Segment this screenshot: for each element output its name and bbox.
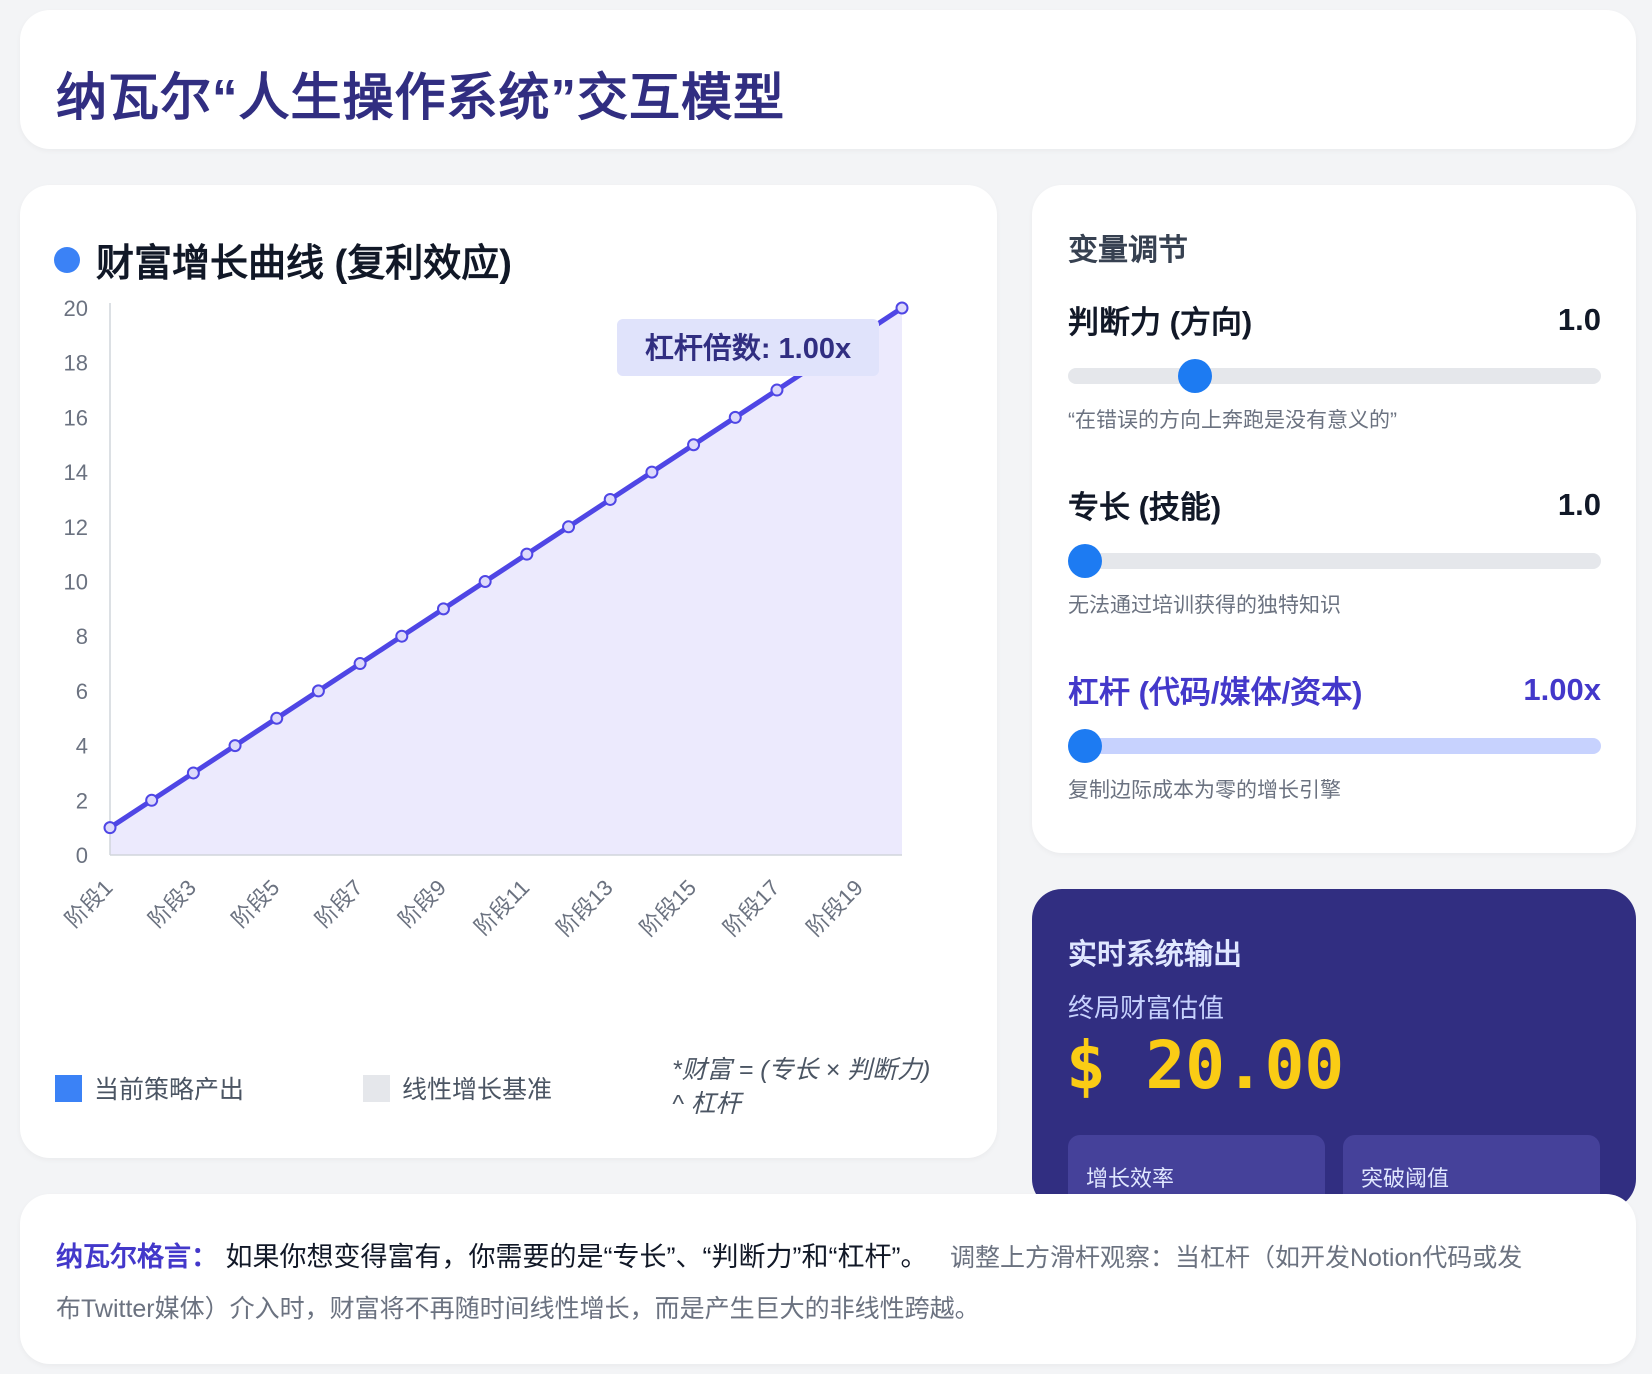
slider-judgment-label: 判断力 (方向) [1068, 305, 1253, 340]
y-tick-label: 16 [64, 405, 88, 430]
data-point [353, 657, 367, 671]
y-tick-label: 18 [64, 351, 88, 376]
controls-panel: 变量调节 判断力 (方向) 1.0 “在错误的方向上奔跑是没有意义的” 专长 (… [1032, 185, 1636, 853]
data-point [103, 821, 117, 835]
controls-title: 变量调节 [1068, 234, 1188, 267]
y-tick-label: 14 [64, 460, 88, 485]
formula-line-1: *财富 = (专长 × 判断力) [672, 1056, 931, 1084]
slider-judgment-thumb[interactable] [1177, 359, 1212, 393]
x-tick-label: 阶段3 [143, 875, 200, 932]
quote-label: 纳瓦尔格言： [56, 1242, 218, 1272]
slider-skill-track[interactable] [1068, 544, 1601, 578]
data-point [687, 438, 701, 452]
wealth-estimate-value: $ 20.00 [1066, 1027, 1345, 1104]
data-point [395, 629, 409, 643]
slider-judgment-track[interactable] [1068, 359, 1601, 393]
data-point [270, 711, 284, 725]
y-tick-label: 12 [64, 515, 88, 540]
header-card: 纳瓦尔“人生操作系统”交互模型 [20, 10, 1636, 149]
legend-item-linear[interactable]: 线性增长基准 [363, 1070, 552, 1106]
metric-growth-efficiency-label: 增长效率 [1086, 1166, 1175, 1191]
y-tick-label: 0 [76, 843, 88, 868]
x-tick-label: 阶段19 [802, 875, 868, 941]
data-point [520, 547, 534, 561]
data-point [895, 301, 909, 315]
x-tick-label: 阶段9 [394, 875, 451, 932]
x-tick-label: 阶段17 [718, 875, 784, 941]
output-panel: 实时系统输出 终局财富估值 $ 20.00 增长效率 突破阈值 [1032, 889, 1636, 1225]
slider-judgment-value: 1.0 [1557, 301, 1601, 337]
slider-skill-label: 专长 (技能) [1068, 490, 1222, 525]
slider-leverage-thumb[interactable] [1068, 729, 1102, 763]
slider-leverage-value: 1.00x [1523, 671, 1601, 707]
output-title: 实时系统输出 [1068, 939, 1243, 971]
x-tick-label: 阶段5 [227, 875, 284, 932]
x-tick-label: 阶段7 [310, 875, 367, 932]
quote-card: 纳瓦尔格言： 如果你想变得富有，你需要的是“专长”、“判断力”和“杠杆”。 调整… [20, 1194, 1636, 1364]
metric-breakthrough-threshold-label: 突破阈值 [1361, 1166, 1450, 1191]
slider-leverage-label: 杠杆 (代码/媒体/资本) [1068, 675, 1363, 710]
slider-skill-thumb[interactable] [1068, 544, 1102, 578]
slider-judgment-desc: “在错误的方向上奔跑是没有意义的” [1068, 409, 1397, 432]
formula-line-2: ^ 杠杆 [672, 1090, 741, 1118]
slider-skill: 专长 (技能) 1.0 无法通过培训获得的独特知识 [1068, 482, 1601, 619]
x-tick-label: 阶段13 [552, 875, 618, 941]
data-point [228, 739, 242, 753]
y-tick-label: 6 [76, 679, 88, 704]
data-point [645, 465, 659, 479]
slider-leverage: 杠杆 (代码/媒体/资本) 1.00x 复制边际成本为零的增长引擎 [1068, 667, 1601, 804]
legend-label-linear: 线性增长基准 [402, 1076, 553, 1104]
data-point [770, 383, 784, 397]
naval-quote: 纳瓦尔格言： 如果你想变得富有，你需要的是“专长”、“判断力”和“杠杆”。 调整… [56, 1232, 1536, 1334]
quote-text: 如果你想变得富有，你需要的是“专长”、“判断力”和“杠杆”。 [225, 1242, 928, 1272]
legend-label-current: 当前策略产出 [94, 1076, 245, 1104]
data-point [478, 575, 492, 588]
page-title: 纳瓦尔“人生操作系统”交互模型 [56, 69, 786, 126]
slider-judgment: 判断力 (方向) 1.0 “在错误的方向上奔跑是没有意义的” [1068, 297, 1601, 434]
data-point [145, 793, 159, 807]
x-tick-label: 阶段15 [635, 875, 701, 941]
slider-skill-value: 1.0 [1557, 486, 1601, 522]
chart-panel: 财富增长曲线 (复利效应) 0 2 4 6 8 10 12 14 16 18 20 阶段1 阶段3 阶段5… [20, 185, 997, 1158]
data-point [728, 410, 742, 424]
wealth-formula: *财富 = (专长 × 判断力) ^ 杠杆 [672, 1053, 972, 1121]
legend-swatch-current [55, 1074, 82, 1102]
wealth-estimate-label: 终局财富估值 [1068, 993, 1225, 1023]
x-tick-label: 阶段1 [60, 875, 117, 932]
y-tick-label: 2 [76, 788, 88, 813]
legend-swatch-linear [363, 1074, 390, 1102]
y-tick-label: 8 [76, 624, 88, 649]
y-tick-label: 20 [64, 296, 88, 321]
slider-skill-header: 专长 (技能) 1.0 [1068, 482, 1601, 527]
data-point [562, 520, 576, 534]
slider-skill-desc: 无法通过培训获得的独特知识 [1068, 594, 1341, 617]
data-point [311, 684, 325, 698]
wealth-growth-chart[interactable]: 0 2 4 6 8 10 12 14 16 18 20 阶段1 阶段3 阶段5 阶段7 阶段9 阶段11 阶段13… [20, 185, 997, 1045]
y-tick-label: 10 [64, 570, 88, 595]
y-tick-label: 4 [76, 734, 88, 759]
x-tick-label: 阶段11 [469, 875, 534, 940]
slider-leverage-track[interactable] [1068, 729, 1601, 763]
data-point [603, 492, 617, 506]
legend-item-current[interactable]: 当前策略产出 [55, 1070, 244, 1106]
data-point [186, 766, 200, 780]
slider-leverage-desc: 复制边际成本为零的增长引擎 [1068, 779, 1341, 802]
leverage-badge-text: 杠杆倍数: 1.00x [645, 331, 851, 365]
slider-leverage-header: 杠杆 (代码/媒体/资本) 1.00x [1068, 667, 1601, 712]
data-point [436, 602, 450, 616]
slider-judgment-header: 判断力 (方向) 1.0 [1068, 297, 1601, 342]
